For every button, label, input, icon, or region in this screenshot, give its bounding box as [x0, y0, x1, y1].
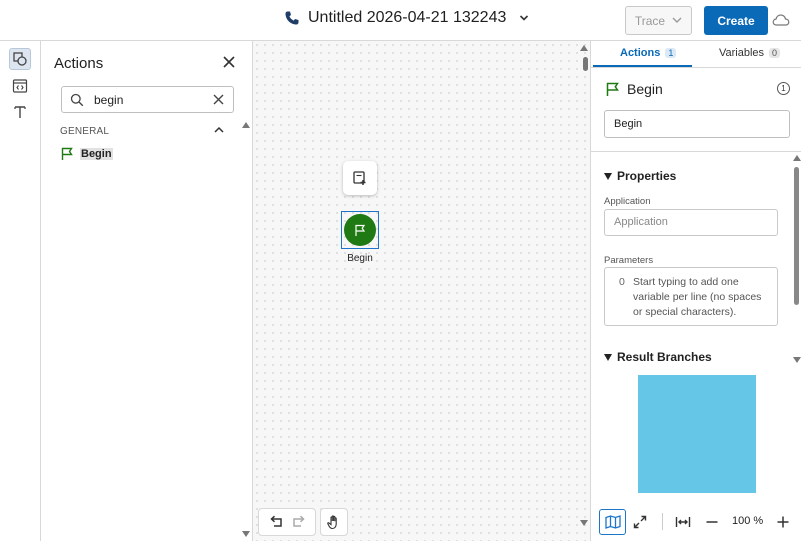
properties-section-header[interactable]: Properties [604, 169, 676, 183]
result-branches-header[interactable]: Result Branches [604, 350, 712, 364]
actions-panel: Actions GENERAL Begin [41, 41, 253, 541]
flag-icon [355, 224, 366, 236]
search-input[interactable] [94, 92, 204, 107]
shapes-icon [13, 52, 27, 66]
zoom-out-icon[interactable] [705, 515, 719, 529]
properties-label: Properties [617, 169, 677, 183]
code-rail-button[interactable] [9, 75, 31, 97]
scroll-up-arrow-icon[interactable] [580, 45, 588, 51]
fit-width-icon[interactable] [675, 515, 691, 529]
minimap-viewport[interactable] [638, 375, 756, 493]
redo-icon[interactable] [291, 515, 307, 529]
flag-icon [606, 82, 619, 96]
panel-tabs: Actions 1 Variables 0 [591, 41, 801, 68]
begin-node-label: Begin [347, 253, 373, 264]
begin-node[interactable] [341, 211, 379, 249]
group-header-general[interactable]: GENERAL [60, 126, 109, 137]
caret-down-icon [604, 353, 612, 361]
clear-search-icon[interactable] [212, 93, 225, 106]
trace-dropdown[interactable]: Trace [625, 6, 692, 35]
tab-variables-label: Variables [719, 47, 765, 59]
canvas-scrollbar[interactable] [580, 45, 588, 529]
line-number: 0 [619, 276, 625, 288]
add-action-button[interactable] [343, 161, 377, 195]
text-rail-button[interactable] [9, 101, 31, 123]
hand-icon [327, 515, 337, 530]
tab-actions[interactable]: Actions 1 [620, 47, 677, 59]
toolbar-separator [662, 513, 663, 530]
properties-scroll-thumb[interactable] [794, 167, 799, 305]
zoom-in-icon[interactable] [776, 515, 790, 529]
node-title: Begin [627, 81, 663, 97]
caret-down-icon [604, 172, 612, 180]
application-input[interactable]: Application [604, 209, 778, 236]
tab-actions-count: 1 [665, 48, 677, 58]
begin-node-circle [344, 214, 376, 246]
top-bar: Untitled 2026-04-21 132243 Trace Create [0, 0, 801, 41]
undo-redo-group [258, 508, 316, 536]
scroll-down-arrow-icon[interactable] [580, 520, 588, 526]
trace-label: Trace [634, 13, 666, 28]
chevron-down-icon [672, 17, 682, 23]
result-branches-label: Result Branches [617, 350, 712, 364]
tab-actions-label: Actions [620, 47, 661, 59]
actions-panel-title: Actions [54, 55, 104, 72]
close-icon[interactable] [222, 55, 236, 69]
node-name-field[interactable]: Begin [604, 110, 790, 138]
create-button[interactable]: Create [704, 6, 768, 35]
expand-icon[interactable] [633, 515, 647, 529]
flag-icon [61, 147, 73, 160]
actions-rail-button[interactable] [9, 48, 31, 70]
left-rail [0, 41, 41, 541]
parameters-placeholder: Start typing to add one variable per lin… [633, 276, 762, 318]
scroll-down-arrow-icon[interactable] [242, 531, 250, 537]
active-tab-indicator [593, 65, 692, 67]
add-action-icon [353, 171, 366, 185]
action-item-begin[interactable]: Begin [60, 147, 113, 161]
pan-button[interactable] [320, 508, 348, 536]
flow-title: Untitled 2026-04-21 132243 [308, 9, 507, 26]
scroll-up-arrow-icon[interactable] [242, 122, 250, 128]
node-index-badge: 1 [777, 82, 790, 95]
parameters-editor[interactable]: 0 Start typing to add one variable per l… [604, 267, 778, 326]
search-icon [70, 93, 84, 106]
properties-scroll-area[interactable]: Properties Application Application Param… [591, 152, 801, 366]
tab-variables-count: 0 [769, 48, 781, 58]
flow-title-dropdown[interactable]: Untitled 2026-04-21 132243 [284, 9, 530, 27]
cloud-icon[interactable] [772, 13, 790, 27]
chevron-down-icon [520, 15, 529, 21]
code-window-icon [12, 79, 28, 93]
parameters-label: Parameters [604, 255, 654, 266]
undo-icon[interactable] [268, 515, 284, 529]
chevron-up-icon[interactable] [213, 125, 225, 135]
map-icon [604, 515, 621, 529]
text-icon [14, 106, 26, 118]
search-box [61, 86, 234, 113]
properties-panel: Actions 1 Variables 0 Begin 1 Begin Prop… [590, 41, 801, 541]
scroll-down-arrow-icon[interactable] [793, 357, 801, 363]
minimap-area [591, 366, 801, 496]
minimap-toggle-button[interactable] [599, 509, 626, 535]
node-header: Begin [605, 81, 663, 97]
canvas-scroll-thumb[interactable] [583, 57, 588, 71]
action-item-label: Begin [80, 148, 113, 160]
zoom-level: 100 % [732, 515, 764, 527]
tab-variables[interactable]: Variables 0 [719, 47, 781, 59]
phone-icon [285, 11, 299, 25]
application-label: Application [604, 196, 651, 207]
scroll-up-arrow-icon[interactable] [793, 155, 801, 161]
zoom-toolbar: 100 % [591, 506, 801, 541]
flow-canvas[interactable]: Begin [253, 41, 590, 541]
